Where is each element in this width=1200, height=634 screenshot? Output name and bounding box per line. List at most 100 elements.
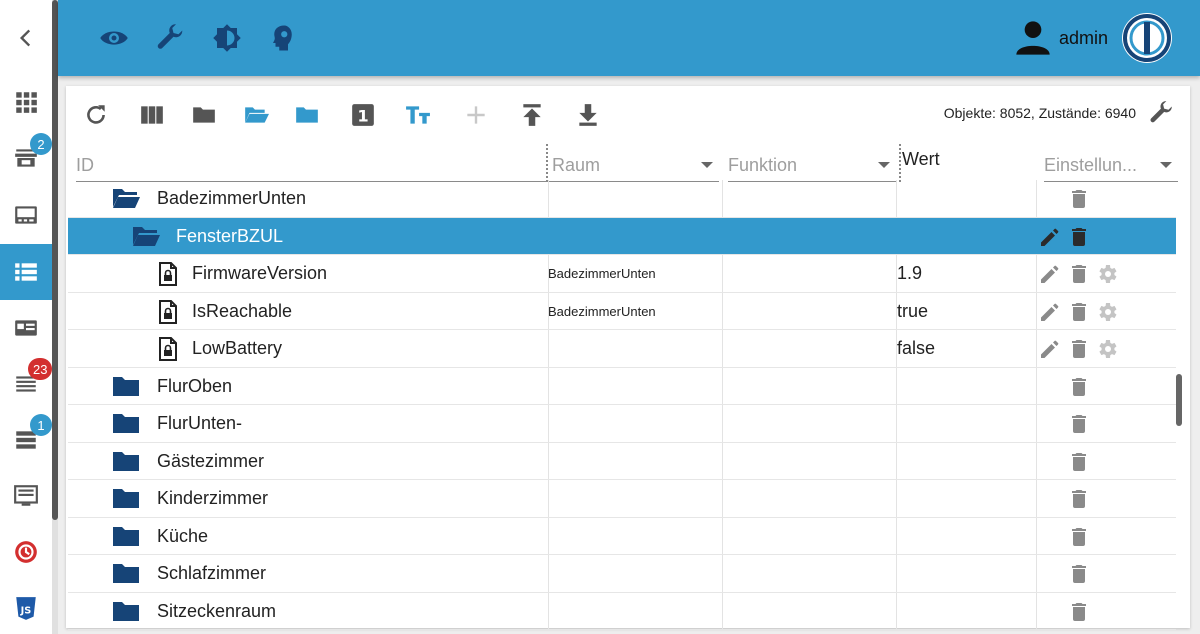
tree-row-state[interactable]: FirmwareVersion BadezimmerUnten 1.9 xyxy=(68,255,1176,293)
tree-row-folder[interactable]: Küche xyxy=(68,517,1176,555)
tree-row-folder[interactable]: BadezimmerUnten xyxy=(68,180,1176,218)
delete-trash-icon[interactable] xyxy=(1067,300,1091,324)
tree-row-folder[interactable]: FlurOben xyxy=(68,367,1176,405)
sidebar-item-scripts[interactable]: JS xyxy=(0,580,52,634)
number-one-icon[interactable]: 1 xyxy=(348,100,378,130)
column-id[interactable]: ID xyxy=(76,144,546,182)
state-file-lock-icon[interactable] xyxy=(156,299,184,326)
instances-icon xyxy=(15,206,37,224)
column-value[interactable]: Wert xyxy=(899,144,1022,182)
tree-row-state[interactable]: IsReachable BadezimmerUnten true xyxy=(68,292,1176,330)
folder-icon[interactable] xyxy=(112,449,140,475)
delete-trash-icon[interactable] xyxy=(1067,375,1091,399)
folder-open-icon[interactable] xyxy=(241,100,271,130)
column-divider xyxy=(1036,180,1037,217)
sidebar-item-intro[interactable] xyxy=(0,74,52,130)
sidebar-item-enums[interactable] xyxy=(0,300,52,356)
tree-row-value[interactable]: 1.9 xyxy=(897,263,922,284)
edit-pencil-icon[interactable] xyxy=(1038,225,1062,249)
column-divider xyxy=(722,480,723,517)
chevron-left-icon xyxy=(19,29,31,47)
tree-row-value[interactable]: false xyxy=(897,338,935,359)
state-file-lock-icon[interactable] xyxy=(156,262,184,288)
sidebar-item-adapters[interactable]: 2 xyxy=(0,130,52,186)
eye-icon[interactable] xyxy=(98,22,130,54)
tree-row-folder[interactable]: FlurUnten- xyxy=(68,405,1176,443)
tree-row-folder[interactable]: Schlafzimmer xyxy=(68,555,1176,593)
delete-trash-icon[interactable] xyxy=(1067,412,1091,436)
table-scrollbar[interactable] xyxy=(1176,374,1182,426)
download-icon[interactable] xyxy=(573,100,603,130)
user-menu[interactable]: admin xyxy=(1013,10,1172,66)
settings-gear-icon[interactable] xyxy=(1095,300,1119,324)
tree-row-folder[interactable]: FensterBZUL xyxy=(68,217,1176,255)
column-divider xyxy=(548,218,549,255)
delete-trash-icon[interactable] xyxy=(1067,337,1091,361)
iobroker-logo xyxy=(1122,13,1172,63)
tree-row-state[interactable]: LowBattery false xyxy=(68,330,1176,368)
sidebar-item-backitup[interactable] xyxy=(0,524,52,580)
text-size-icon[interactable] xyxy=(403,100,433,130)
edit-pencil-icon[interactable] xyxy=(1038,337,1062,361)
tree-row-label: FirmwareVersion xyxy=(192,263,328,283)
folder-icon[interactable] xyxy=(112,599,140,625)
user-avatar-icon xyxy=(1016,21,1050,55)
sidebar-back-button[interactable] xyxy=(0,10,52,66)
folder-open-icon[interactable] xyxy=(112,186,140,212)
delete-trash-icon[interactable] xyxy=(1067,225,1091,249)
delete-trash-icon[interactable] xyxy=(1067,187,1091,211)
column-function-filter[interactable]: Funktion xyxy=(728,144,896,182)
folder-icon[interactable] xyxy=(112,411,140,437)
column-divider xyxy=(548,517,549,554)
column-divider xyxy=(1036,292,1037,329)
sidebar-scrollbar[interactable] xyxy=(52,0,58,634)
delete-trash-icon[interactable] xyxy=(1067,525,1091,549)
column-divider xyxy=(896,180,897,217)
wrench-icon[interactable] xyxy=(155,22,187,54)
tree-row-value[interactable]: true xyxy=(897,301,928,322)
folder-icon[interactable] xyxy=(292,100,322,130)
edit-pencil-icon[interactable] xyxy=(1038,300,1062,324)
brightness-icon[interactable] xyxy=(211,22,243,54)
folder-icon[interactable] xyxy=(112,374,140,400)
adapters-badge: 2 xyxy=(30,133,52,155)
column-divider xyxy=(896,517,897,554)
settings-gear-icon[interactable] xyxy=(1095,262,1119,286)
delete-trash-icon[interactable] xyxy=(1067,562,1091,586)
upload-icon[interactable] xyxy=(517,100,547,130)
folder-open-icon[interactable] xyxy=(132,224,160,250)
tree-row-folder[interactable]: Gästezimmer xyxy=(68,442,1176,480)
folder-icon[interactable] xyxy=(112,524,140,550)
folder-closed-icon[interactable] xyxy=(189,100,219,130)
folder-icon[interactable] xyxy=(112,486,140,512)
sidebar-item-logs[interactable]: 23 xyxy=(0,356,53,412)
delete-trash-icon[interactable] xyxy=(1067,262,1091,286)
add-icon[interactable] xyxy=(461,100,491,130)
settings-gear-icon[interactable] xyxy=(1095,337,1119,361)
sidebar-item-objects[interactable] xyxy=(0,244,52,300)
tree-row-label: Kinderzimmer xyxy=(157,488,269,508)
delete-trash-icon[interactable] xyxy=(1067,450,1091,474)
columns-icon[interactable] xyxy=(137,100,167,130)
tree-row-label: Sitzeckenraum xyxy=(157,600,277,621)
tree-row-folder[interactable]: Sitzeckenraum xyxy=(68,592,1176,630)
expert-head-icon[interactable] xyxy=(267,22,299,54)
sidebar-item-events[interactable] xyxy=(0,468,52,524)
delete-trash-icon[interactable] xyxy=(1067,487,1091,511)
objects-panel: 1 Objekte: 8052, Zustände: 6940 ID Raum … xyxy=(66,86,1190,630)
delete-trash-icon[interactable] xyxy=(1067,600,1091,624)
tree-row-folder[interactable]: Kinderzimmer xyxy=(68,480,1176,518)
sidebar-item-instances[interactable] xyxy=(0,187,52,243)
column-settings-filter[interactable]: Einstellun... xyxy=(1044,144,1178,182)
column-divider xyxy=(722,517,723,554)
state-file-lock-icon[interactable] xyxy=(156,337,184,363)
sidebar-item-hosts[interactable]: 1 xyxy=(0,412,52,468)
refresh-icon[interactable] xyxy=(81,100,111,130)
column-room-filter[interactable]: Raum xyxy=(546,144,719,182)
column-divider xyxy=(1036,517,1037,554)
edit-pencil-icon[interactable] xyxy=(1038,262,1062,286)
top-header: admin xyxy=(58,0,1200,76)
list-icon xyxy=(15,263,37,281)
folder-icon[interactable] xyxy=(112,561,140,587)
settings-wrench-icon[interactable] xyxy=(1147,98,1177,128)
